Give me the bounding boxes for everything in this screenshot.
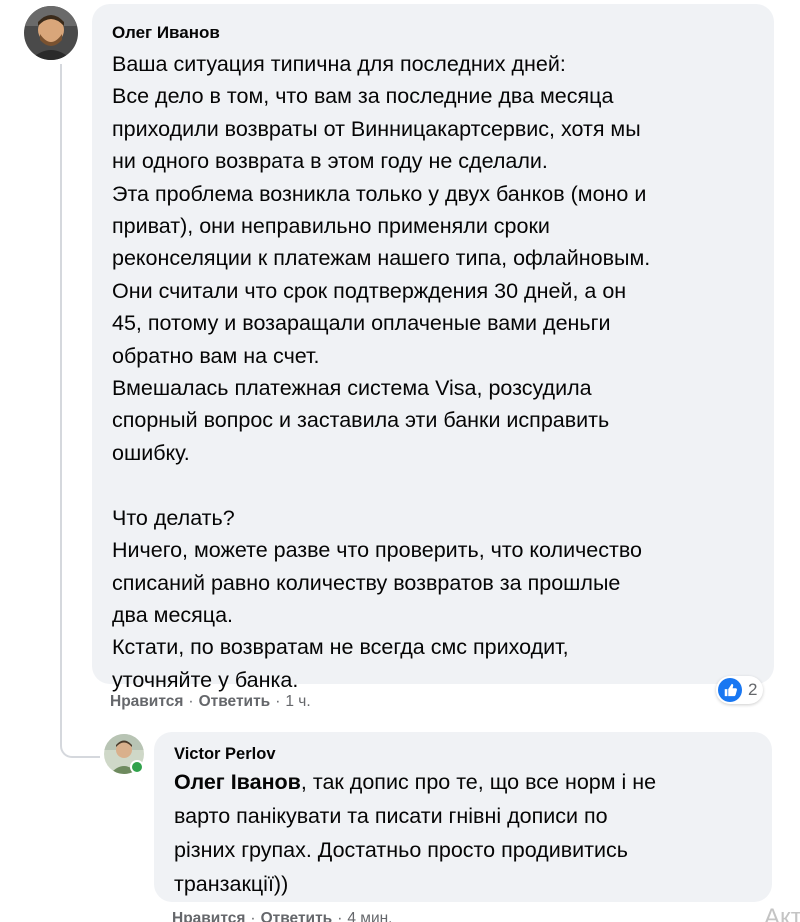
thread-line-curve: [60, 744, 100, 758]
reply-bubble-victor: Victor Perlov Олег Іванов, так допис про…: [154, 732, 772, 902]
comment-actions: Нравится · Ответить · 1 ч.: [110, 693, 311, 711]
comment-author[interactable]: Олег Иванов: [112, 22, 774, 44]
comment-timestamp[interactable]: 1 ч.: [285, 693, 310, 710]
comment-bubble-oleg: Олег Иванов Ваша ситуация типична для по…: [92, 4, 774, 692]
like-icon: [718, 678, 742, 702]
reply-like-button[interactable]: Нравится: [172, 910, 245, 922]
separator-dot: ·: [250, 910, 256, 922]
avatar-oleg[interactable]: [24, 6, 78, 60]
separator-dot: ·: [337, 910, 343, 922]
thread-line-vertical: [60, 64, 62, 746]
like-button[interactable]: Нравится: [110, 693, 183, 710]
reply-text: Олег Іванов, так допис про те, що все но…: [174, 765, 772, 901]
reaction-count: 2: [748, 680, 758, 699]
reply-reply-button[interactable]: Ответить: [261, 910, 333, 922]
comment-text: Ваша ситуация типична для последних дней…: [112, 52, 651, 692]
avatar-oleg-image: [24, 6, 78, 60]
separator-dot: ·: [188, 693, 194, 710]
reply-timestamp[interactable]: 4 мин.: [347, 910, 392, 922]
reaction-summary[interactable]: 2: [716, 676, 764, 704]
reply-actions: Нравится · Ответить · 4 мин.: [172, 910, 392, 922]
activation-watermark: Акти: [764, 904, 800, 922]
separator-dot: ·: [275, 693, 281, 710]
reply-author[interactable]: Victor Perlov: [174, 743, 772, 765]
reply-button[interactable]: Ответить: [199, 693, 271, 710]
online-status-indicator: [130, 760, 144, 774]
reply-mention[interactable]: Олег Іванов: [174, 770, 301, 794]
